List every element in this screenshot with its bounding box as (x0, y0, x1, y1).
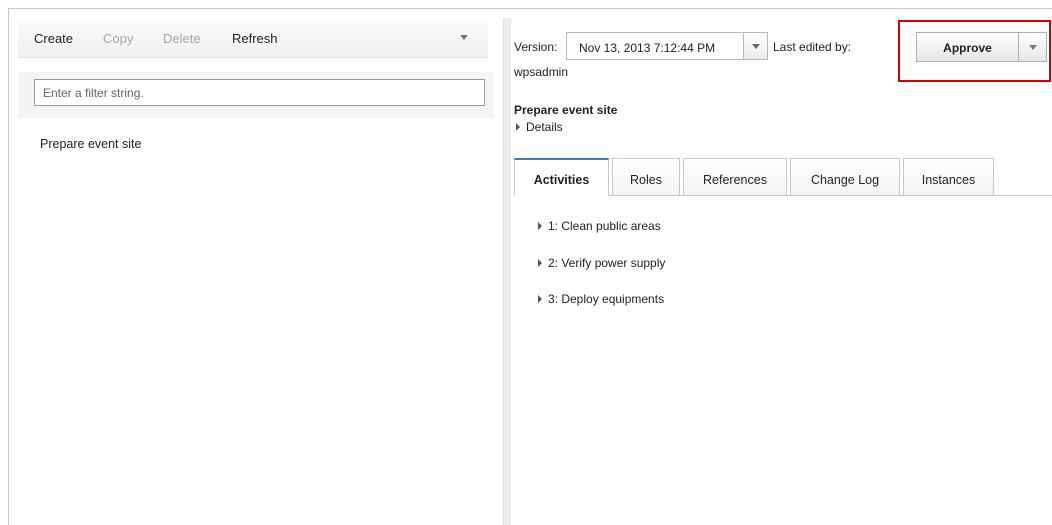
tab-change-log[interactable]: Change Log (790, 158, 900, 196)
chevron-down-icon (1029, 45, 1037, 50)
details-label: Details (526, 120, 563, 134)
tab-references[interactable]: References (683, 158, 787, 196)
expand-arrow-icon (538, 259, 542, 268)
approve-button[interactable]: Approve (916, 32, 1019, 62)
expand-arrow-icon (538, 295, 542, 304)
tab-activities[interactable]: Activities (514, 158, 609, 196)
last-edited-user: wpsadmin (514, 65, 569, 79)
process-title: Prepare event site (514, 103, 618, 117)
version-dropdown-button[interactable] (744, 32, 768, 60)
refresh-button[interactable]: Refresh (232, 31, 278, 46)
tab-instances[interactable]: Instances (903, 158, 994, 196)
activity-item[interactable]: 3: Deploy equipments (536, 292, 664, 306)
tree-item-prepare-event-site[interactable]: Prepare event site (40, 137, 141, 151)
last-edited-label: Last edited by: (773, 40, 852, 54)
toolbar: Create Copy Delete Refresh (18, 20, 488, 58)
chevron-down-icon (752, 44, 760, 49)
create-button[interactable]: Create (34, 31, 73, 46)
details-toggle[interactable]: Details (514, 120, 563, 134)
filter-input[interactable] (34, 79, 485, 106)
version-label: Version: (514, 40, 558, 54)
copy-button[interactable]: Copy (103, 31, 133, 46)
panel-splitter[interactable] (503, 18, 511, 525)
approve-dropdown-button[interactable] (1019, 32, 1047, 62)
delete-button[interactable]: Delete (163, 31, 201, 46)
expand-arrow-icon (516, 123, 520, 132)
expand-arrow-icon (538, 222, 542, 231)
version-select[interactable]: Nov 13, 2013 7:12:44 PM (566, 32, 744, 60)
activity-label: 1: Clean public areas (548, 219, 661, 233)
activity-label: 3: Deploy equipments (548, 292, 665, 306)
toolbar-menu-chevron-icon[interactable] (460, 35, 468, 40)
tab-roles[interactable]: Roles (612, 158, 680, 196)
filter-area (18, 72, 494, 118)
activity-item[interactable]: 1: Clean public areas (536, 219, 661, 233)
activity-item[interactable]: 2: Verify power supply (536, 256, 665, 270)
activity-label: 2: Verify power supply (548, 256, 666, 270)
